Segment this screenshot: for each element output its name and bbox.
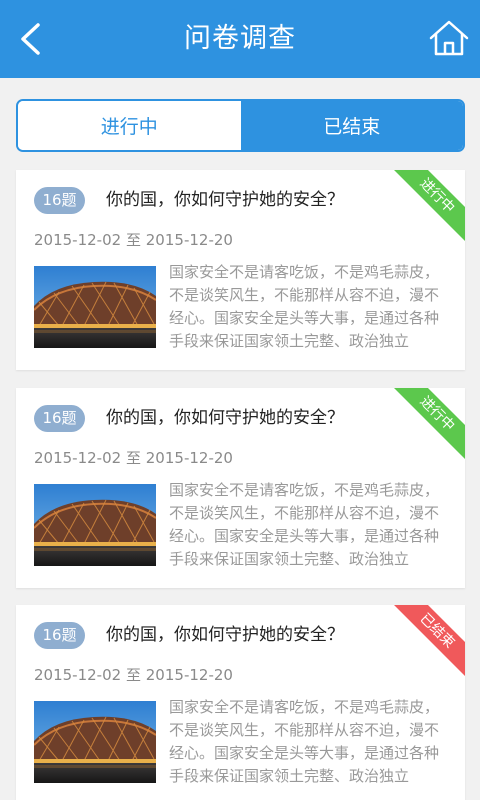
status-ribbon: 已结束 <box>389 605 465 679</box>
survey-title: 你的国，你如何守护她的安全？ <box>106 408 344 428</box>
start-date: 2015-12-02 <box>34 449 122 467</box>
survey-thumbnail <box>34 701 156 783</box>
app-header: 问卷调查 <box>0 0 480 78</box>
start-date: 2015-12-02 <box>34 666 122 684</box>
status-ribbon: 进行中 <box>389 170 465 244</box>
end-date: 2015-12-20 <box>145 666 233 684</box>
page-title: 问卷调查 <box>184 23 296 54</box>
survey-title: 你的国，你如何守护她的安全？ <box>106 190 344 210</box>
start-date: 2015-12-02 <box>34 231 122 249</box>
survey-thumbnail <box>34 484 156 566</box>
survey-card[interactable]: 16题 你的国，你如何守护她的安全？ 2015-12-02 至 2015-12-… <box>16 605 465 800</box>
survey-thumbnail <box>34 266 156 348</box>
survey-description: 国家安全不是请客吃饭，不是鸡毛蒜皮，不是谈笑风生，不能那样从容不迫，漫不经心。国… <box>169 698 440 785</box>
date-separator: 至 <box>125 449 141 467</box>
survey-card[interactable]: 16题 你的国，你如何守护她的安全？ 2015-12-02 至 2015-12-… <box>16 170 465 370</box>
home-button[interactable] <box>426 16 472 62</box>
question-count-badge: 16题 <box>34 405 85 432</box>
survey-date-range: 2015-12-02 至 2015-12-20 <box>34 447 233 469</box>
status-ribbon: 进行中 <box>389 388 465 462</box>
home-icon <box>429 20 469 56</box>
survey-date-range: 2015-12-02 至 2015-12-20 <box>34 664 233 686</box>
survey-description: 国家安全不是请客吃饭，不是鸡毛蒜皮，不是谈笑风生，不能那样从容不迫，漫不经心。国… <box>169 481 440 568</box>
survey-description: 国家安全不是请客吃饭，不是鸡毛蒜皮，不是谈笑风生，不能那样从容不迫，漫不经心。国… <box>169 263 440 350</box>
status-segmented-control: 进行中 已结束 <box>16 99 465 152</box>
survey-date-range: 2015-12-02 至 2015-12-20 <box>34 229 233 251</box>
date-separator: 至 <box>125 231 141 249</box>
survey-title: 你的国，你如何守护她的安全？ <box>106 625 344 645</box>
question-count-badge: 16题 <box>34 187 85 214</box>
date-separator: 至 <box>125 666 141 684</box>
tab-ended[interactable]: 已结束 <box>240 101 463 150</box>
question-count-badge: 16题 <box>34 622 85 649</box>
end-date: 2015-12-20 <box>145 231 233 249</box>
end-date: 2015-12-20 <box>145 449 233 467</box>
survey-card[interactable]: 16题 你的国，你如何守护她的安全？ 2015-12-02 至 2015-12-… <box>16 388 465 588</box>
tab-ongoing[interactable]: 进行中 <box>18 101 241 150</box>
